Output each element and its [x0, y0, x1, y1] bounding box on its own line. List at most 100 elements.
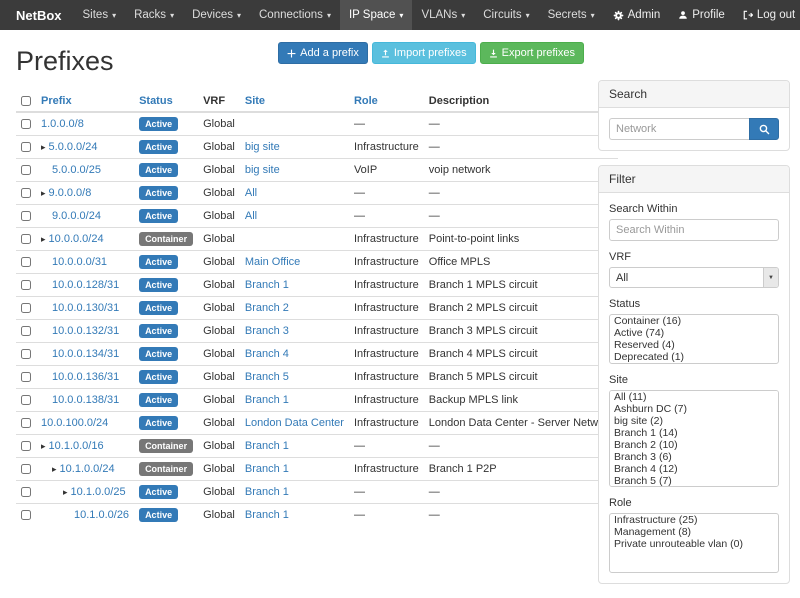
- prefix-link[interactable]: 10.1.0.0/24: [60, 463, 115, 475]
- site-link[interactable]: Branch 2: [245, 302, 289, 314]
- row-checkbox[interactable]: [21, 119, 31, 129]
- search-within-input[interactable]: [609, 219, 779, 241]
- row-checkbox[interactable]: [21, 211, 31, 221]
- prefix-link[interactable]: 10.0.100.0/24: [41, 417, 108, 429]
- filter-option[interactable]: Container (16): [610, 315, 778, 327]
- chevron-down-icon: ▾: [526, 11, 530, 20]
- filter-option[interactable]: Ashburn DC (7): [610, 403, 778, 415]
- filter-option[interactable]: big site (2): [610, 415, 778, 427]
- prefix-link[interactable]: 10.0.0.138/31: [52, 394, 119, 406]
- filter-option[interactable]: Management (8): [610, 526, 778, 538]
- filter-option[interactable]: Active (74): [610, 327, 778, 339]
- site-link[interactable]: All: [245, 187, 257, 199]
- site-link[interactable]: Branch 4: [245, 348, 289, 360]
- site-link[interactable]: Branch 3: [245, 325, 289, 337]
- prefix-link[interactable]: 5.0.0.0/25: [52, 164, 101, 176]
- nav-item-vlans[interactable]: VLANs▾: [412, 0, 474, 30]
- sort-header-role[interactable]: Role: [354, 95, 378, 107]
- add-prefix-button[interactable]: Add a prefix: [278, 42, 368, 64]
- status-badge: Active: [139, 508, 178, 522]
- row-checkbox[interactable]: [21, 142, 31, 152]
- row-checkbox[interactable]: [21, 395, 31, 405]
- site-link[interactable]: big site: [245, 164, 280, 176]
- nav-item-sites[interactable]: Sites▾: [74, 0, 126, 30]
- nav-item-devices[interactable]: Devices▾: [183, 0, 250, 30]
- sort-header-prefix[interactable]: Prefix: [41, 95, 72, 107]
- row-checkbox[interactable]: [21, 464, 31, 474]
- prefix-link[interactable]: 9.0.0.0/8: [49, 187, 92, 199]
- site-cell: Branch 1: [240, 481, 349, 504]
- row-checkbox[interactable]: [21, 165, 31, 175]
- nav-item-admin[interactable]: Admin: [604, 0, 670, 30]
- row-checkbox[interactable]: [21, 234, 31, 244]
- search-button[interactable]: [749, 118, 779, 140]
- select-all-checkbox[interactable]: [21, 96, 31, 106]
- filter-option[interactable]: Branch 4 (12): [610, 463, 778, 475]
- filter-option[interactable]: Branch 1 (14): [610, 427, 778, 439]
- site-link[interactable]: big site: [245, 141, 280, 153]
- filter-option[interactable]: Branch 2 (10): [610, 439, 778, 451]
- site-link[interactable]: Branch 1: [245, 279, 289, 291]
- nav-item-racks[interactable]: Racks▾: [125, 0, 183, 30]
- prefix-link[interactable]: 10.0.0.0/24: [49, 233, 104, 245]
- nav-item-ip-space[interactable]: IP Space▾: [340, 0, 412, 30]
- filter-option[interactable]: Private unrouteable vlan (0): [610, 538, 778, 550]
- prefix-link[interactable]: 10.0.0.136/31: [52, 371, 119, 383]
- prefix-link[interactable]: 10.0.0.130/31: [52, 302, 119, 314]
- filter-option[interactable]: Infrastructure (25): [610, 514, 778, 526]
- site-link[interactable]: All: [245, 210, 257, 222]
- nav-item-log-out[interactable]: Log out: [734, 0, 800, 30]
- import-prefixes-button[interactable]: Import prefixes: [372, 42, 476, 64]
- prefix-link[interactable]: 5.0.0.0/24: [49, 141, 98, 153]
- prefix-link[interactable]: 10.1.0.0/25: [71, 486, 126, 498]
- site-link[interactable]: Branch 1: [245, 394, 289, 406]
- row-checkbox[interactable]: [21, 349, 31, 359]
- filter-option[interactable]: Deprecated (1): [610, 351, 778, 363]
- site-link[interactable]: London Data Center: [245, 417, 344, 429]
- nav-item-profile[interactable]: Profile: [669, 0, 734, 30]
- prefix-cell: ▸10.0.0.0/24: [36, 228, 134, 251]
- description-cell: Branch 1 P2P: [424, 458, 619, 481]
- prefix-link[interactable]: 10.0.0.134/31: [52, 348, 119, 360]
- row-checkbox[interactable]: [21, 188, 31, 198]
- site-cell: Branch 2: [240, 297, 349, 320]
- filter-option[interactable]: All (11): [610, 391, 778, 403]
- prefix-link[interactable]: 10.0.0.0/31: [52, 256, 107, 268]
- sort-header-site[interactable]: Site: [245, 95, 265, 107]
- row-checkbox[interactable]: [21, 418, 31, 428]
- row-checkbox[interactable]: [21, 372, 31, 382]
- row-checkbox[interactable]: [21, 510, 31, 520]
- search-input[interactable]: [609, 118, 749, 140]
- vrf-cell: Global: [198, 366, 240, 389]
- site-link[interactable]: Branch 1: [245, 440, 289, 452]
- prefix-link[interactable]: 9.0.0.0/24: [52, 210, 101, 222]
- row-checkbox[interactable]: [21, 280, 31, 290]
- prefix-link[interactable]: 10.0.0.132/31: [52, 325, 119, 337]
- export-prefixes-button[interactable]: Export prefixes: [480, 42, 584, 64]
- row-checkbox[interactable]: [21, 487, 31, 497]
- prefix-link[interactable]: 10.1.0.0/16: [49, 440, 104, 452]
- site-link[interactable]: Branch 1: [245, 463, 289, 475]
- prefix-link[interactable]: 10.0.0.128/31: [52, 279, 119, 291]
- vrf-select[interactable]: All ▼: [609, 267, 779, 288]
- row-checkbox[interactable]: [21, 257, 31, 267]
- app-logo[interactable]: NetBox: [4, 0, 74, 30]
- site-cell: London Data Center: [240, 412, 349, 435]
- prefix-link[interactable]: 1.0.0.0/8: [41, 118, 84, 130]
- filter-option[interactable]: Branch 5 (7): [610, 475, 778, 487]
- nav-item-circuits[interactable]: Circuits▾: [474, 0, 538, 30]
- row-checkbox[interactable]: [21, 441, 31, 451]
- site-filter-listbox[interactable]: All (11)Ashburn DC (7)big site (2)Branch…: [609, 390, 779, 487]
- row-checkbox[interactable]: [21, 303, 31, 313]
- site-link[interactable]: Branch 1: [245, 486, 289, 498]
- row-checkbox[interactable]: [21, 326, 31, 336]
- nav-item-secrets[interactable]: Secrets▾: [539, 0, 604, 30]
- nav-item-connections[interactable]: Connections▾: [250, 0, 340, 30]
- status-filter-listbox[interactable]: Container (16)Active (74)Reserved (4)Dep…: [609, 314, 779, 364]
- filter-option[interactable]: Branch 3 (6): [610, 451, 778, 463]
- site-link[interactable]: Branch 5: [245, 371, 289, 383]
- sort-header-status[interactable]: Status: [139, 95, 173, 107]
- role-filter-listbox[interactable]: Infrastructure (25)Management (8)Private…: [609, 513, 779, 573]
- site-link[interactable]: Main Office: [245, 256, 300, 268]
- filter-option[interactable]: Reserved (4): [610, 339, 778, 351]
